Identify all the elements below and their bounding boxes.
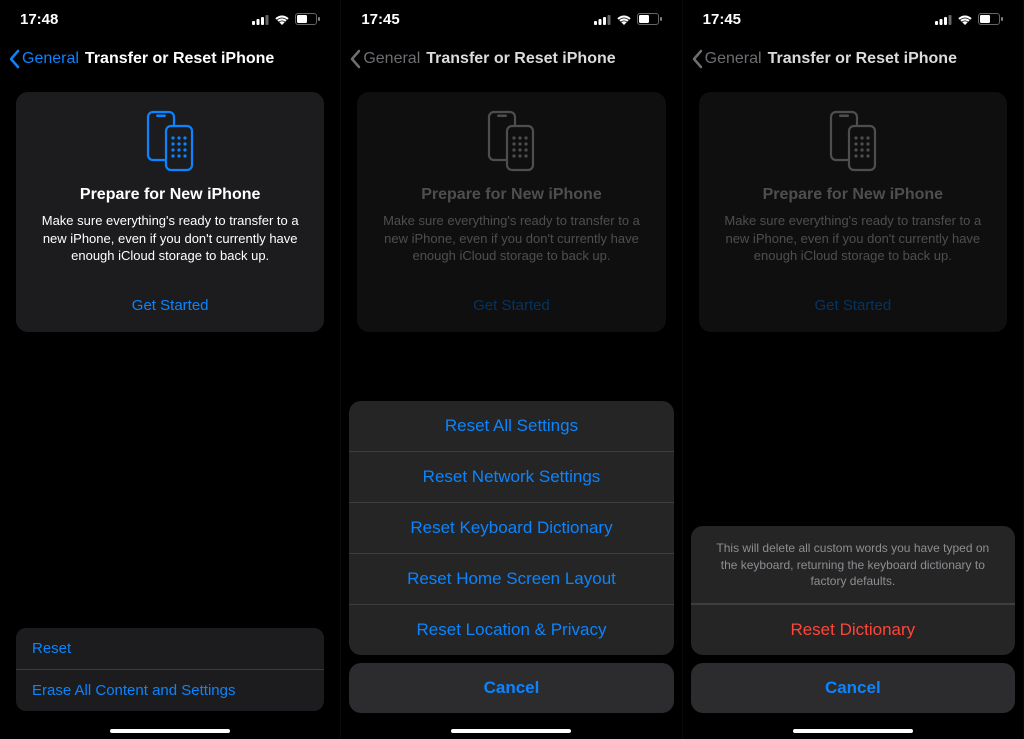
back-label: General [363, 50, 420, 68]
action-sheet: Reset All Settings Reset Network Setting… [349, 401, 673, 713]
card-title: Prepare for New iPhone [32, 186, 308, 204]
phone-screenshot-2: 17:45 General Transfer or Reset iPhone [341, 0, 682, 739]
wifi-icon [274, 14, 290, 25]
card-title: Prepare for New iPhone [373, 186, 649, 204]
wifi-icon [616, 14, 632, 25]
confirmation-message: This will delete all custom words you ha… [691, 526, 1015, 604]
phone-screenshot-3: 17:45 General Transfer or Reset iPhone [683, 0, 1024, 739]
reset-row[interactable]: Reset [16, 628, 324, 669]
prepare-card: Prepare for New iPhone Make sure everyth… [357, 92, 665, 332]
home-indicator[interactable] [110, 729, 230, 733]
battery-icon [978, 13, 1003, 25]
page-title: Transfer or Reset iPhone [85, 50, 274, 68]
home-indicator[interactable] [793, 729, 913, 733]
cellular-icon [594, 14, 611, 25]
confirmation-box: This will delete all custom words you ha… [691, 526, 1015, 655]
page-title: Transfer or Reset iPhone [426, 50, 615, 68]
status-time: 17:45 [361, 11, 399, 28]
back-button[interactable]: General [8, 49, 79, 69]
cancel-button[interactable]: Cancel [691, 663, 1015, 713]
back-label: General [705, 50, 762, 68]
transfer-devices-icon [715, 110, 991, 172]
get-started-link: Get Started [373, 297, 649, 314]
content-area: Prepare for New iPhone Make sure everyth… [0, 80, 340, 739]
cancel-button[interactable]: Cancel [349, 663, 673, 713]
action-sheet-options: Reset All Settings Reset Network Setting… [349, 401, 673, 655]
status-bar: 17:45 [341, 0, 681, 38]
phone-screenshot-1: 17:48 General Transfer or Reset iPhone [0, 0, 341, 739]
page-title: Transfer or Reset iPhone [768, 50, 957, 68]
prepare-card: Prepare for New iPhone Make sure everyth… [699, 92, 1007, 332]
chevron-left-icon [8, 49, 20, 69]
card-title: Prepare for New iPhone [715, 186, 991, 204]
back-button: General [691, 49, 762, 69]
confirmation-sheet: This will delete all custom words you ha… [691, 526, 1015, 713]
reset-keyboard-dictionary-option[interactable]: Reset Keyboard Dictionary [349, 502, 673, 553]
back-button: General [349, 49, 420, 69]
status-bar: 17:48 [0, 0, 340, 38]
home-indicator[interactable] [451, 729, 571, 733]
battery-icon [637, 13, 662, 25]
chevron-left-icon [691, 49, 703, 69]
cellular-icon [935, 14, 952, 25]
nav-bar: General Transfer or Reset iPhone [0, 38, 340, 80]
nav-bar: General Transfer or Reset iPhone [341, 38, 681, 80]
status-indicators [252, 13, 320, 25]
prepare-card: Prepare for New iPhone Make sure everyth… [16, 92, 324, 332]
reset-network-settings-option[interactable]: Reset Network Settings [349, 451, 673, 502]
reset-location-privacy-option[interactable]: Reset Location & Privacy [349, 604, 673, 655]
options-list: Reset Erase All Content and Settings [16, 628, 324, 711]
status-indicators [935, 13, 1003, 25]
card-description: Make sure everything's ready to transfer… [32, 212, 308, 265]
transfer-devices-icon [32, 110, 308, 172]
card-description: Make sure everything's ready to transfer… [715, 212, 991, 265]
reset-dictionary-button[interactable]: Reset Dictionary [691, 604, 1015, 655]
reset-home-screen-layout-option[interactable]: Reset Home Screen Layout [349, 553, 673, 604]
battery-icon [295, 13, 320, 25]
get-started-link: Get Started [715, 297, 991, 314]
content-area: Prepare for New iPhone Make sure everyth… [341, 80, 681, 739]
status-time: 17:45 [703, 11, 741, 28]
status-indicators [594, 13, 662, 25]
card-description: Make sure everything's ready to transfer… [373, 212, 649, 265]
status-bar: 17:45 [683, 0, 1023, 38]
back-label: General [22, 50, 79, 68]
nav-bar: General Transfer or Reset iPhone [683, 38, 1023, 80]
content-area: Prepare for New iPhone Make sure everyth… [683, 80, 1023, 739]
cellular-icon [252, 14, 269, 25]
get-started-link[interactable]: Get Started [32, 297, 308, 314]
chevron-left-icon [349, 49, 361, 69]
transfer-devices-icon [373, 110, 649, 172]
status-time: 17:48 [20, 11, 58, 28]
erase-all-row[interactable]: Erase All Content and Settings [16, 669, 324, 711]
wifi-icon [957, 14, 973, 25]
reset-all-settings-option[interactable]: Reset All Settings [349, 401, 673, 451]
